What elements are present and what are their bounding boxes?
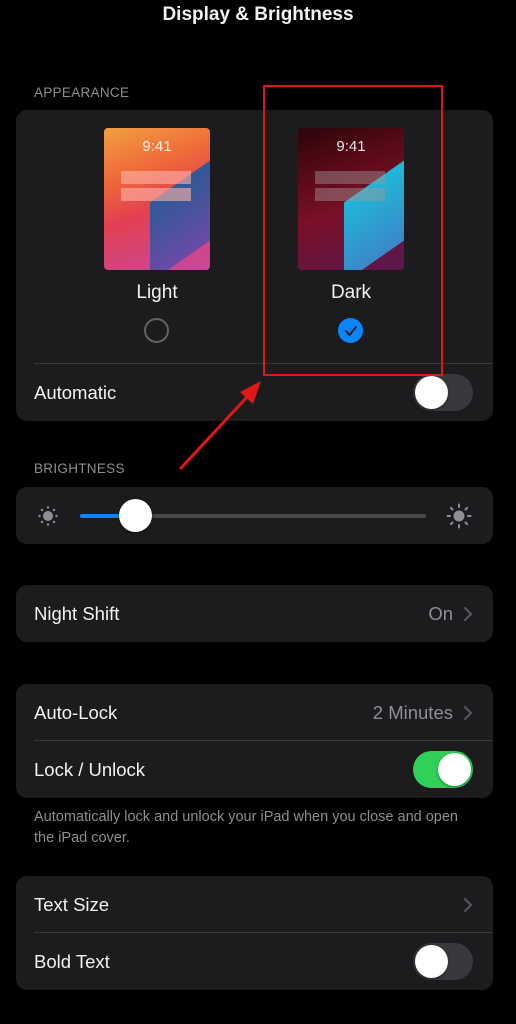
- lock-group: Auto-Lock 2 Minutes Lock / Unlock: [16, 684, 493, 798]
- auto-lock-value: 2 Minutes: [372, 701, 453, 723]
- light-mode-preview[interactable]: 9:41: [104, 128, 210, 270]
- lock-unlock-label: Lock / Unlock: [34, 758, 146, 780]
- appearance-section-header: APPEARANCE: [34, 85, 130, 100]
- dark-mode-label: Dark: [330, 282, 372, 303]
- chevron-right-icon: [464, 897, 472, 912]
- night-shift-label: Night Shift: [34, 602, 120, 624]
- sun-small-icon: [38, 506, 58, 526]
- brightness-group: [16, 487, 493, 544]
- text-group: Text Size Bold Text: [16, 876, 493, 990]
- chevron-right-icon: [464, 705, 472, 720]
- chevron-right-icon: [464, 606, 472, 621]
- brightness-section-header: BRIGHTNESS: [34, 461, 125, 476]
- lock-unlock-toggle[interactable]: [413, 751, 473, 788]
- light-mode-label: Light: [136, 282, 178, 303]
- appearance-group: 9:41 Light 9:41 Dark Automatic: [16, 110, 493, 421]
- auto-lock-row[interactable]: Auto-Lock 2 Minutes: [16, 684, 493, 741]
- night-shift-row[interactable]: Night Shift On: [16, 585, 493, 642]
- brightness-slider[interactable]: [80, 499, 426, 532]
- automatic-toggle[interactable]: [413, 374, 473, 411]
- night-shift-group: Night Shift On: [16, 585, 493, 642]
- brightness-slider-thumb[interactable]: [119, 499, 153, 532]
- dark-mode-preview[interactable]: 9:41: [298, 128, 404, 270]
- page-title: Display & Brightness: [162, 4, 354, 25]
- bold-text-label: Bold Text: [34, 950, 110, 972]
- text-size-row[interactable]: Text Size: [16, 876, 493, 933]
- lock-unlock-row: Lock / Unlock: [16, 741, 493, 798]
- lock-footer-note: Automatically lock and unlock your iPad …: [34, 809, 458, 846]
- automatic-label: Automatic: [34, 381, 117, 403]
- preview-time: 9:41: [336, 138, 366, 155]
- auto-lock-label: Auto-Lock: [34, 701, 118, 723]
- night-shift-value: On: [428, 602, 453, 624]
- automatic-row: Automatic: [16, 364, 493, 421]
- bold-text-row: Bold Text: [16, 933, 493, 990]
- bold-text-toggle[interactable]: [413, 943, 473, 980]
- text-size-label: Text Size: [34, 893, 110, 915]
- sun-large-icon: [446, 503, 472, 529]
- light-mode-radio[interactable]: [144, 318, 169, 343]
- preview-time: 9:41: [142, 138, 172, 155]
- checkmark-icon: [344, 325, 357, 336]
- dark-mode-radio[interactable]: [338, 318, 363, 343]
